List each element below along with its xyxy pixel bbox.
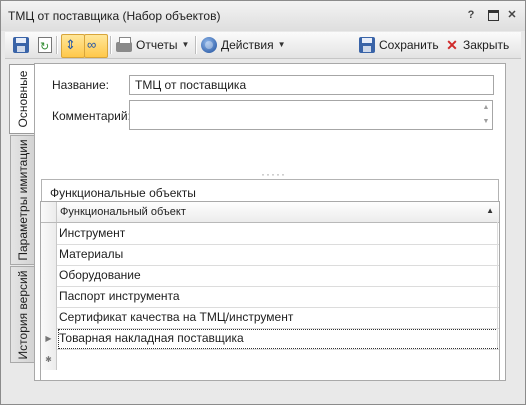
save-button[interactable]: Сохранить	[359, 35, 439, 55]
tab-main-label: Основные	[15, 70, 30, 128]
actions-icon	[201, 37, 217, 53]
tab-version-history-label: История версий	[15, 270, 30, 359]
toolbar: ⇕ ∞ Отчеты ▼ Действия ▼ Сохранить ✕ Закр…	[5, 32, 521, 59]
tab-main[interactable]: Основные	[9, 64, 35, 134]
current-row-indicator-icon: ▶	[41, 328, 57, 349]
table-row[interactable]: Оборудование	[41, 265, 499, 287]
row-indicator-header	[41, 202, 57, 222]
link-toggle-button[interactable]: ∞	[84, 34, 108, 58]
maximize-icon	[487, 10, 499, 21]
link-icon: ∞	[87, 37, 97, 52]
table-cell: Материалы	[59, 247, 124, 261]
table-cell: Инструмент	[59, 226, 126, 240]
floppy-icon	[13, 37, 29, 53]
table-cell: Товарная накладная поставщика	[59, 331, 244, 345]
reports-label: Отчеты	[136, 38, 178, 52]
functional-objects-group: Функциональные объекты Функциональный об…	[40, 179, 500, 381]
table-row[interactable]: Паспорт инструмента	[41, 286, 499, 308]
comment-label: Комментарий:	[52, 109, 131, 123]
column-header-functional-object[interactable]: Функциональный объект	[60, 202, 186, 223]
comment-scrollbar[interactable]: ▲ ▼	[480, 101, 492, 129]
refresh-icon	[38, 37, 52, 57]
functional-objects-grid: Функциональный объект ▲ Инструмент Матер…	[40, 201, 500, 381]
table-row[interactable]: Сертификат качества на ТМЦ/инструмент	[41, 307, 499, 329]
actions-label: Действия	[221, 38, 274, 52]
new-row-icon: ✱	[41, 349, 57, 370]
close-label: Закрыть	[463, 38, 510, 52]
title-bar[interactable]: ТМЦ от поставщика (Набор объектов) ? ✕	[1, 1, 525, 31]
move-toggle-button[interactable]: ⇕	[61, 34, 85, 58]
row-indicator	[41, 286, 57, 307]
main-tab-panel: Название: ТМЦ от поставщика Комментарий:…	[34, 63, 506, 381]
refresh-button[interactable]	[36, 35, 52, 57]
close-button[interactable]: ✕ Закрыть	[445, 35, 509, 55]
comment-field[interactable]: ▲ ▼	[129, 100, 493, 130]
sort-ascending-icon: ▲	[486, 206, 494, 215]
table-cell: Сертификат качества на ТМЦ/инструмент	[59, 310, 294, 324]
row-indicator	[41, 223, 57, 244]
save-label: Сохранить	[379, 38, 439, 52]
row-indicator	[41, 244, 57, 265]
name-label: Название:	[52, 78, 109, 92]
tab-simulation-params[interactable]: Параметры имитации	[10, 135, 34, 265]
toolbar-separator	[195, 36, 196, 54]
maximize-button[interactable]	[485, 7, 501, 23]
grid-header: Функциональный объект ▲	[41, 202, 499, 223]
group-title: Функциональные объекты	[50, 186, 196, 200]
close-window-button[interactable]: ✕	[504, 7, 520, 23]
dialog-window: ТМЦ от поставщика (Набор объектов) ? ✕ ⇕…	[0, 0, 526, 405]
chevron-down-icon: ▼	[277, 40, 286, 49]
tab-simulation-params-label: Параметры имитации	[15, 139, 30, 261]
quick-save-button[interactable]	[13, 35, 29, 55]
grid-right-line	[497, 222, 498, 348]
help-button[interactable]: ?	[463, 7, 479, 23]
reports-menu-button[interactable]: Отчеты ▼	[116, 35, 189, 55]
toolbar-separator	[56, 36, 57, 54]
chevron-down-icon: ▼	[181, 40, 190, 49]
table-row-focused[interactable]: ▶ Товарная накладная поставщика	[41, 328, 499, 350]
window-title: ТМЦ от поставщика (Набор объектов)	[8, 9, 221, 23]
tab-version-history[interactable]: История версий	[10, 266, 34, 363]
name-field[interactable]: ТМЦ от поставщика	[129, 75, 494, 95]
new-row[interactable]: ✱	[41, 349, 499, 370]
table-cell: Паспорт инструмента	[59, 289, 180, 303]
table-cell: Оборудование	[59, 268, 141, 282]
row-indicator	[41, 265, 57, 286]
row-indicator	[41, 307, 57, 328]
floppy-icon	[359, 37, 375, 53]
printer-icon	[116, 37, 132, 52]
table-row[interactable]: Инструмент	[41, 223, 499, 245]
close-icon: ✕	[446, 37, 458, 53]
actions-menu-button[interactable]: Действия ▼	[201, 35, 286, 55]
table-row[interactable]: Материалы	[41, 244, 499, 266]
toolbar-separator	[110, 36, 111, 54]
move-arrows-icon: ⇕	[65, 37, 76, 52]
